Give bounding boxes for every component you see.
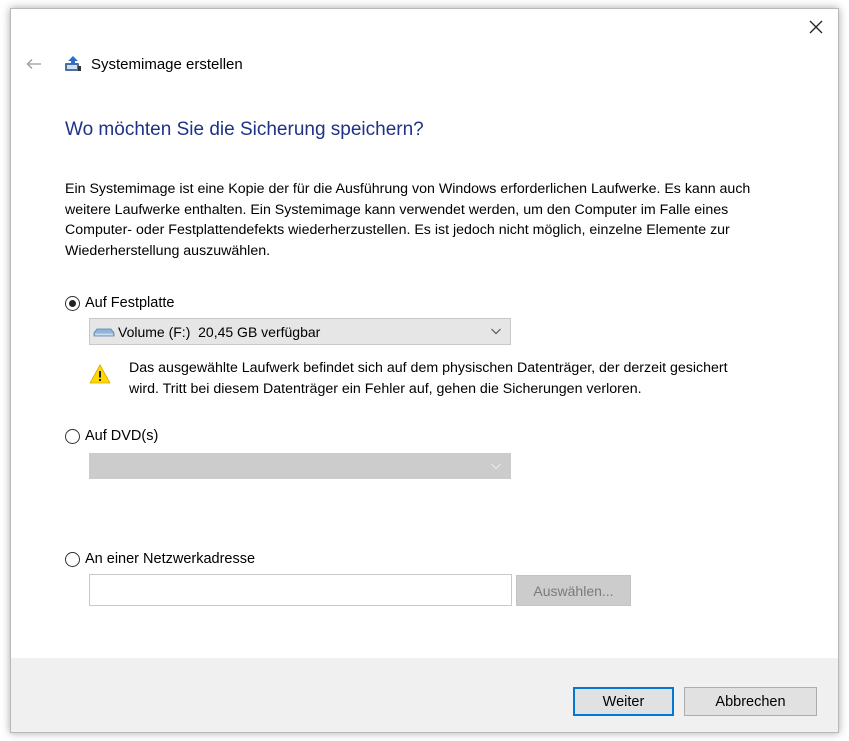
radio-hard-disk-label: Auf Festplatte bbox=[85, 295, 175, 311]
warning-icon bbox=[89, 364, 111, 384]
radio-button-selected[interactable] bbox=[65, 295, 80, 311]
network-address-input[interactable] bbox=[89, 574, 512, 606]
system-image-icon bbox=[65, 56, 81, 71]
dialog-footer: Weiter Abbrechen bbox=[11, 658, 838, 732]
dialog-title: Systemimage erstellen bbox=[91, 55, 243, 73]
radio-button-unselected[interactable] bbox=[65, 428, 80, 444]
radio-network-label: An einer Netzwerkadresse bbox=[85, 551, 256, 567]
close-button[interactable] bbox=[804, 15, 828, 39]
chevron-down-icon bbox=[491, 328, 501, 335]
hard-disk-dropdown[interactable]: Volume (F:) 20,45 GB verfügbar bbox=[89, 318, 511, 345]
dvd-dropdown bbox=[89, 453, 511, 479]
description-text: Ein Systemimage ist eine Kopie der für d… bbox=[65, 181, 751, 259]
warning-text: Das ausgewählte Laufwerk befindet sich a… bbox=[129, 360, 728, 397]
chevron-down-icon bbox=[491, 463, 501, 470]
drive-icon bbox=[93, 328, 115, 336]
back-button[interactable] bbox=[25, 55, 43, 73]
radio-button-unselected[interactable] bbox=[65, 551, 80, 567]
page-heading: Wo möchten Sie die Sicherung speichern? bbox=[65, 119, 424, 140]
close-icon bbox=[809, 20, 823, 34]
cancel-button[interactable]: Abbrechen bbox=[684, 687, 817, 716]
back-arrow-icon bbox=[26, 59, 41, 69]
radio-network[interactable]: An einer Netzwerkadresse bbox=[65, 551, 255, 567]
radio-hard-disk[interactable]: Auf Festplatte bbox=[65, 295, 174, 311]
dialog-window: Systemimage erstellen Wo möchten Sie die… bbox=[10, 8, 839, 733]
browse-button: Auswählen... bbox=[516, 575, 631, 606]
warning-message: Das ausgewählte Laufwerk befindet sich a… bbox=[89, 358, 729, 399]
radio-dvd[interactable]: Auf DVD(s) bbox=[65, 428, 158, 444]
next-button[interactable]: Weiter bbox=[573, 687, 674, 716]
hard-disk-dropdown-value: Volume (F:) 20,45 GB verfügbar bbox=[118, 323, 321, 340]
title-bar: Systemimage erstellen bbox=[25, 53, 243, 75]
radio-dvd-label: Auf DVD(s) bbox=[85, 428, 159, 444]
